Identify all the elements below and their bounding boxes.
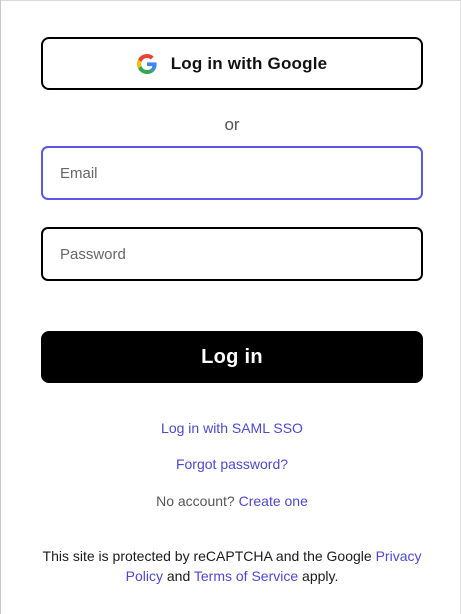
email-field[interactable] xyxy=(41,146,423,200)
forgot-password-link[interactable]: Forgot password? xyxy=(176,456,288,472)
email-input[interactable] xyxy=(58,163,421,183)
recaptcha-prefix: This site is protected by reCAPTCHA and … xyxy=(42,548,372,564)
or-separator: or xyxy=(224,115,240,134)
saml-sso-link[interactable]: Log in with SAML SSO xyxy=(161,420,303,436)
login-button[interactable]: Log in xyxy=(41,331,423,383)
recaptcha-and: and xyxy=(166,568,191,584)
recaptcha-suffix: apply. xyxy=(302,568,339,584)
login-form: Log in with Google or Log in Log in with… xyxy=(41,37,423,586)
window-top-edge xyxy=(0,0,461,1)
google-login-button[interactable]: Log in with Google xyxy=(41,37,423,90)
google-login-label: Log in with Google xyxy=(170,53,328,73)
terms-of-service-link[interactable]: Terms of Service xyxy=(194,568,298,584)
window-left-edge xyxy=(0,0,1,614)
password-input[interactable] xyxy=(58,244,421,264)
signup-row: No account? Create one xyxy=(41,493,423,509)
recaptcha-notice: This site is protected by reCAPTCHA and … xyxy=(41,546,423,586)
create-account-link[interactable]: Create one xyxy=(239,493,308,509)
no-account-text: No account? xyxy=(156,493,235,509)
google-g-icon xyxy=(136,53,157,74)
forgot-row: Forgot password? xyxy=(41,456,423,472)
saml-row: Log in with SAML SSO xyxy=(41,420,423,436)
password-field[interactable] xyxy=(41,227,423,281)
